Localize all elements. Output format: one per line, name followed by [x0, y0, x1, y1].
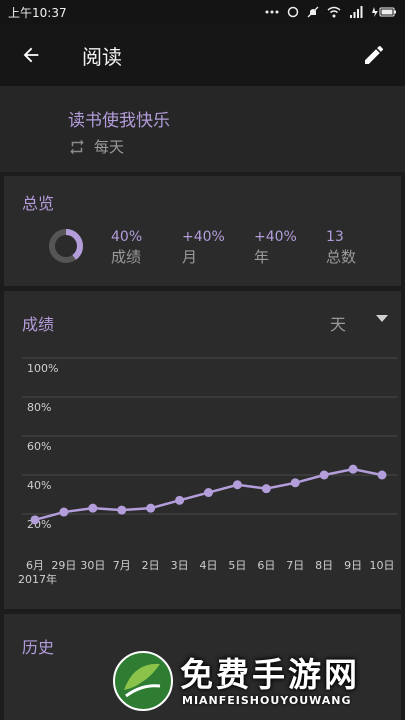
x-tick-label: 3日	[171, 559, 189, 572]
data-point	[204, 488, 213, 498]
stat-total: 13 总数	[326, 228, 356, 268]
status-icons	[265, 6, 397, 18]
dots-icon	[265, 10, 279, 14]
overview-title: 总览	[22, 194, 55, 213]
data-point	[175, 495, 185, 505]
stat-year-value: +40%	[254, 229, 297, 245]
score-title: 成绩	[22, 315, 55, 334]
score-chart: 100%80%60%40%20%6月 29日 30日 7月 2日 3日 4日 5日 6日 7日 8日…	[18, 357, 397, 586]
x-tick-label: 4日	[200, 559, 218, 572]
score-card: 成绩 天 100% 80% 60% 40% 20% 6月 29日 30日 7月 2日 3日 4日 5日 6…	[4, 291, 401, 609]
habit-header: 读书使我快乐 每天	[0, 86, 405, 172]
stat-month-label: 月	[182, 248, 198, 266]
x-tick-label: 10日	[370, 559, 395, 572]
data-point	[348, 464, 358, 474]
stat-total-value: 13	[326, 229, 344, 245]
watermark-subtitle: MIANFEISHOUYOUWANG	[182, 694, 352, 707]
stat-year-label: 年	[254, 248, 270, 266]
data-point	[146, 503, 156, 513]
status-bar: 上午10:37	[0, 0, 405, 24]
x-tick-label: 5日	[228, 559, 246, 572]
y-tick-label: 80%	[27, 401, 51, 414]
stat-score-label: 成绩	[111, 248, 142, 266]
stat-total-label: 总数	[326, 248, 357, 266]
x-tick-label: 6日	[257, 559, 275, 572]
x-tick-label: 2日	[142, 559, 160, 572]
mute-icon	[307, 6, 319, 18]
repeat-icon	[70, 139, 84, 154]
data-point	[30, 515, 40, 525]
dropdown-arrow-icon[interactable]	[376, 315, 388, 323]
arrow-back-icon	[23, 47, 39, 63]
data-point	[261, 484, 271, 494]
data-point	[232, 480, 242, 490]
status-time: 上午10:37	[8, 5, 67, 20]
y-tick-label: 60%	[27, 440, 51, 453]
data-point	[59, 507, 69, 517]
data-point	[290, 478, 300, 488]
habit-name: 读书使我快乐	[68, 111, 170, 131]
x-tick-label: 8日	[315, 559, 333, 572]
data-point	[117, 505, 127, 515]
data-point	[319, 470, 329, 480]
score-ring	[49, 229, 83, 263]
edit-button[interactable]	[343, 24, 405, 86]
watermark: 免费手游网 MIANFEISHOUYOUWANG	[108, 646, 398, 716]
stat-score: 40% 成绩	[111, 228, 142, 268]
history-title: 历史	[22, 638, 55, 657]
range-select[interactable]: 天	[330, 311, 346, 335]
habit-frequency: 每天	[68, 136, 124, 157]
pencil-icon	[365, 45, 384, 64]
x-tick-label: 7月	[113, 559, 131, 572]
y-tick-label: 100%	[27, 362, 58, 375]
stat-month: +40% 月	[182, 228, 225, 268]
signal-icon	[350, 6, 363, 18]
x-year-label: 2017年	[18, 572, 57, 586]
battery-icon	[372, 7, 396, 17]
watermark-logo-icon	[113, 651, 173, 711]
sync-icon	[287, 6, 299, 18]
watermark-title: 免费手游网	[180, 655, 360, 694]
habit-frequency-label: 每天	[94, 138, 125, 156]
data-point	[88, 503, 98, 513]
wifi-icon	[327, 6, 341, 18]
page-title: 阅读	[82, 44, 122, 69]
y-tick-label: 40%	[27, 479, 51, 492]
data-point	[377, 470, 387, 480]
overview-card: 总览 40% 成绩 +40% 月 +40% 年 13 总数	[4, 176, 401, 286]
stat-score-value: 40%	[111, 229, 143, 245]
x-tick-label: 30日	[80, 559, 105, 572]
x-tick-label: 29日	[51, 559, 76, 572]
back-button[interactable]	[0, 24, 62, 86]
app-bar: 阅读	[0, 24, 405, 86]
stat-year: +40% 年	[254, 228, 297, 268]
x-tick-label: 6月	[26, 559, 44, 572]
x-tick-label: 7日	[286, 559, 304, 572]
stat-month-value: +40%	[182, 229, 225, 245]
x-tick-label: 9日	[344, 559, 362, 572]
